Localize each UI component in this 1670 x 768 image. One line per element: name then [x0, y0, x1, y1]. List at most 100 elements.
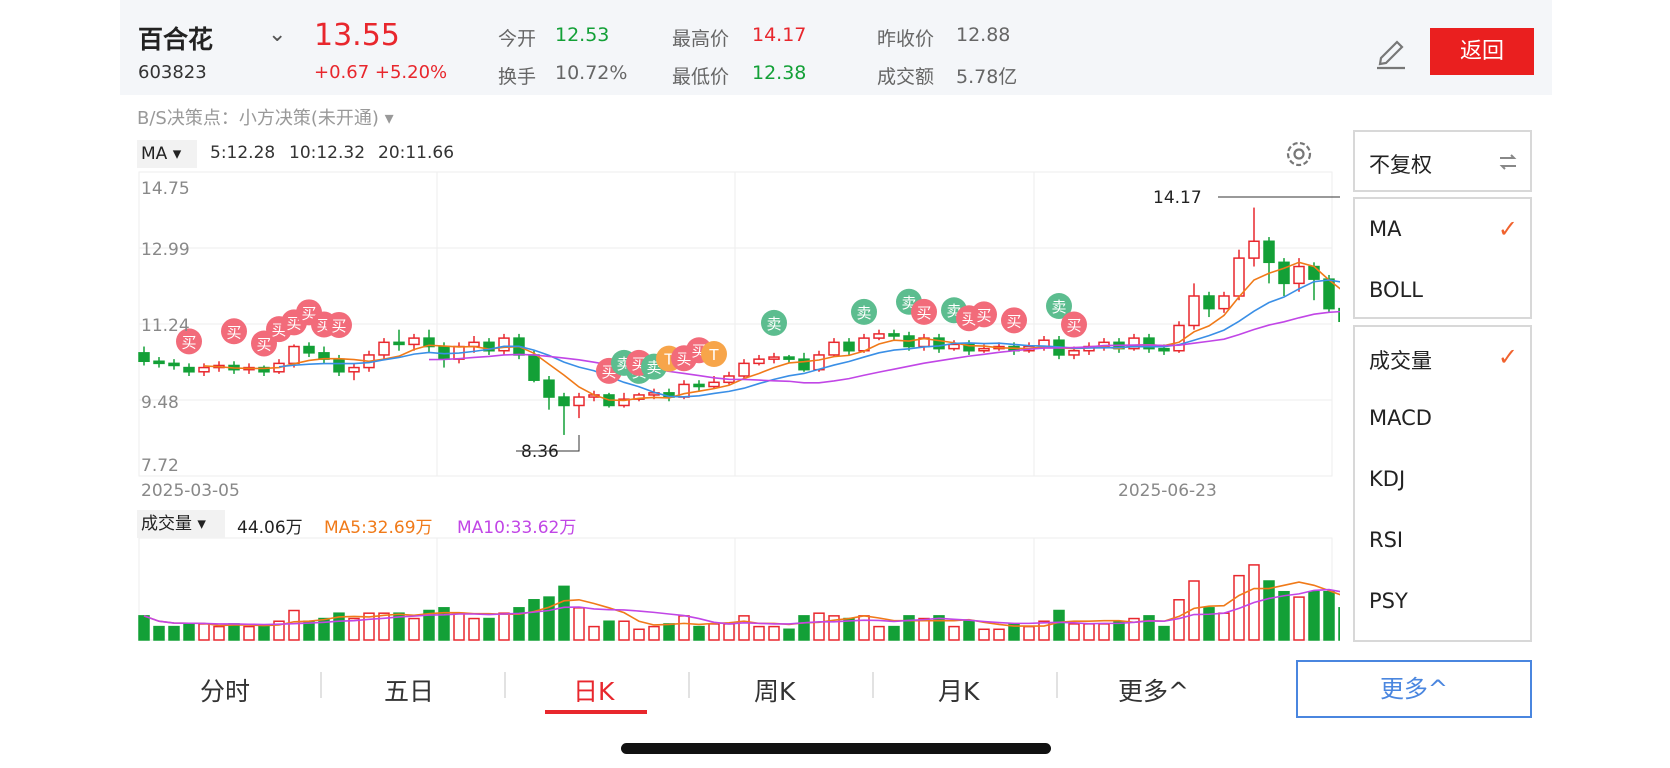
- more-button[interactable]: 更多^: [1296, 660, 1532, 718]
- high-price-label: 14.17: [1153, 188, 1202, 208]
- marker-glyph: 卖: [856, 304, 871, 322]
- volume-bar: [1218, 612, 1230, 641]
- volume-bar: [633, 628, 645, 641]
- low-price-label: 8.36: [521, 442, 559, 462]
- back-button[interactable]: 返回: [1430, 28, 1534, 75]
- active-tab-underline: [545, 710, 647, 714]
- volume-bar: [963, 620, 975, 641]
- volume-bar: [1098, 623, 1110, 641]
- volume-bar: [1278, 590, 1290, 641]
- volume-bar: [1323, 590, 1335, 641]
- marker-glyph: 买: [181, 333, 196, 351]
- volume-indicator-select[interactable]: 成交量 ▾: [137, 510, 225, 538]
- candle: [708, 381, 720, 388]
- tab-divider: [320, 672, 322, 698]
- candle: [183, 366, 195, 373]
- candle: [783, 356, 795, 360]
- candle: [408, 337, 420, 346]
- volume-bar: [948, 625, 960, 641]
- candle: [1248, 240, 1260, 259]
- volume-bar: [228, 623, 240, 641]
- volume-bar: [888, 625, 900, 641]
- volume-bar: [588, 625, 600, 641]
- adjust-panel[interactable]: 不复权: [1353, 130, 1532, 192]
- tab-more[interactable]: 更多^: [1118, 672, 1189, 708]
- marker-glyph: 买: [1006, 312, 1021, 330]
- candle: [138, 352, 150, 363]
- volume-current: 44.06万: [237, 518, 303, 538]
- volume-bar: [873, 625, 885, 641]
- candle: [1158, 347, 1170, 352]
- candle: [1308, 265, 1320, 280]
- volume-ma10: MA10:33.62万: [457, 518, 577, 538]
- tab-daily-k[interactable]: 日K: [573, 672, 614, 708]
- marker-buy: 买: [911, 298, 937, 325]
- marker-buy: 买: [1001, 307, 1027, 334]
- volume-bar: [1158, 625, 1170, 641]
- volume-bar: [1053, 609, 1065, 641]
- marker-glyph: 买: [256, 335, 271, 353]
- candle: [1173, 324, 1185, 352]
- volume-bar: [813, 612, 825, 641]
- candle: [543, 379, 555, 398]
- volume-bar: [213, 625, 225, 641]
- indicator-ma[interactable]: MA: [1369, 217, 1401, 241]
- indicator-macd[interactable]: MACD: [1369, 406, 1432, 430]
- candle: [288, 345, 300, 365]
- volume-bar: [933, 615, 945, 641]
- main-indicator-panel: MA ✓ BOLL: [1353, 197, 1532, 319]
- volume-bar: [663, 623, 675, 641]
- indicator-volume[interactable]: 成交量: [1369, 345, 1432, 375]
- candle: [498, 337, 510, 352]
- volume-bar: [798, 615, 810, 641]
- indicator-psy[interactable]: PSY: [1369, 589, 1408, 613]
- kline-chart[interactable]: 买买买买买买买买买卖卖买卖T买买T卖卖卖买卖买买买卖买 14.75 12.99 …: [0, 0, 1340, 650]
- volume-bar: [978, 628, 990, 641]
- y-tick-label: 14.75: [141, 179, 190, 199]
- marker-buy: 买: [1061, 311, 1087, 338]
- candle: [303, 345, 315, 354]
- volume-bar: [408, 617, 420, 641]
- date-start-label: 2025-03-05: [141, 481, 240, 501]
- indicator-boll[interactable]: BOLL: [1369, 278, 1423, 302]
- marker-glyph: 买: [331, 317, 346, 335]
- volume-bar: [723, 623, 735, 641]
- candle: [1278, 261, 1290, 285]
- volume-bar: [738, 615, 750, 641]
- volume-bar: [303, 620, 315, 641]
- tab-five-day[interactable]: 五日: [384, 672, 434, 708]
- tab-weekly-k[interactable]: 周K: [754, 672, 795, 708]
- tab-intraday[interactable]: 分时: [200, 672, 250, 708]
- volume-bar: [348, 617, 360, 641]
- pencil-icon[interactable]: [1371, 30, 1411, 70]
- candle: [843, 341, 855, 352]
- tab-monthly-k[interactable]: 月K: [938, 672, 979, 708]
- volume-bar: [753, 625, 765, 641]
- volume-bar: [243, 625, 255, 641]
- volume-bar: [993, 628, 1005, 641]
- candle: [1068, 349, 1080, 356]
- volume-bar: [1023, 625, 1035, 641]
- volume-bar: [288, 609, 300, 641]
- candle: [573, 396, 585, 407]
- checkmark-icon: ✓: [1497, 215, 1518, 243]
- high-pointer: [1218, 196, 1340, 198]
- candle: [978, 347, 990, 352]
- volume-bar: [918, 617, 930, 641]
- tab-divider: [1056, 672, 1058, 698]
- volume-bar: [258, 625, 270, 641]
- marker-buy: 买: [221, 318, 247, 345]
- volume-bar: [1038, 620, 1050, 641]
- indicator-kdj[interactable]: KDJ: [1369, 467, 1405, 491]
- marker-sell: 卖: [851, 298, 877, 325]
- candle: [558, 396, 570, 407]
- candle: [873, 333, 885, 339]
- swap-icon: [1499, 154, 1517, 170]
- marker-t: T: [701, 341, 727, 367]
- candle: [1263, 240, 1275, 264]
- volume-bar: [528, 599, 540, 641]
- indicator-rsi[interactable]: RSI: [1369, 528, 1403, 552]
- marker-glyph: 买: [226, 323, 241, 341]
- candle: [1188, 295, 1200, 327]
- volume-bar: [1083, 623, 1095, 641]
